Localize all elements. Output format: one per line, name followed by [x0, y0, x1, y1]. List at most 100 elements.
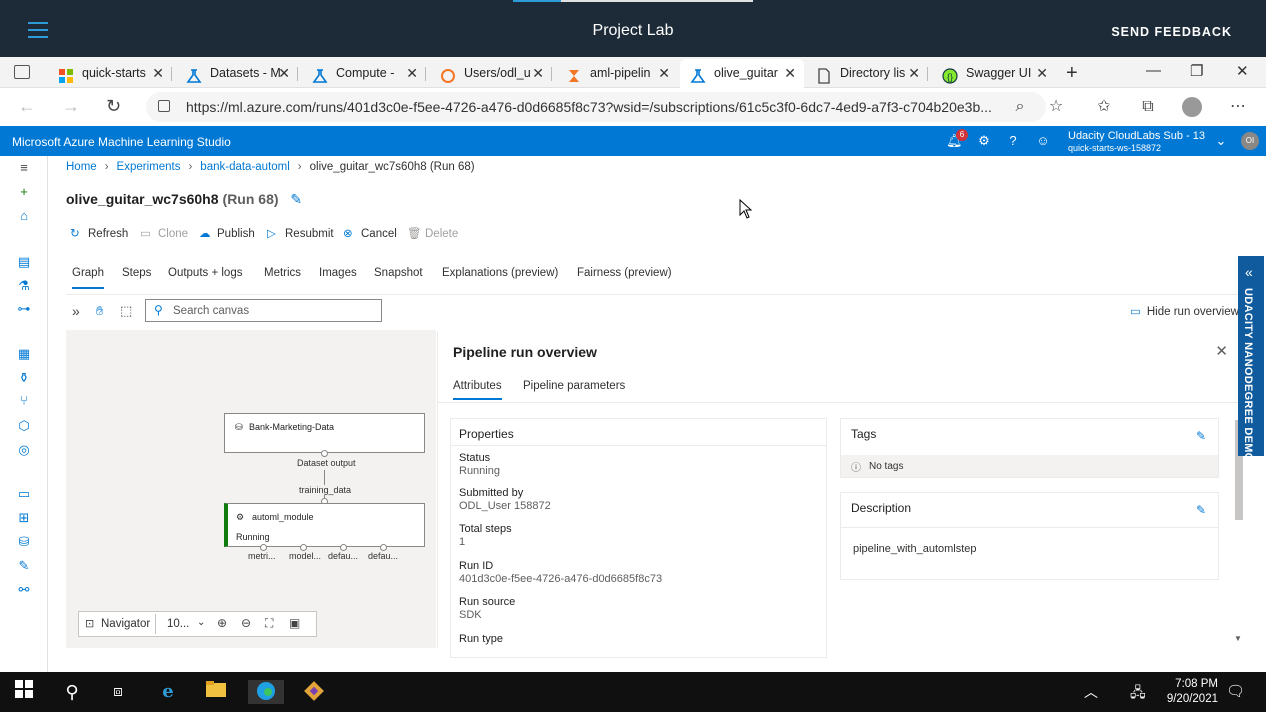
nav-menu-icon[interactable]: ≡: [16, 160, 32, 176]
compute-icon[interactable]: ▭: [16, 486, 32, 502]
zoom-in-icon[interactable]: ⊕: [217, 616, 227, 630]
close-window-icon[interactable]: ✕: [1236, 62, 1249, 80]
tab-actions-icon[interactable]: [14, 65, 30, 79]
back-icon[interactable]: ←: [18, 96, 36, 117]
tab-attributes[interactable]: Attributes: [453, 380, 502, 400]
close-tab-icon[interactable]: ✕: [658, 59, 670, 88]
new-tab-icon[interactable]: +: [1066, 62, 1078, 85]
breadcrumb-experiments[interactable]: Experiments: [117, 161, 181, 173]
select-icon[interactable]: ⬚: [120, 303, 132, 319]
pan-hand-icon[interactable]: ✋︎: [96, 303, 103, 319]
zoom-icon[interactable]: ⌕: [1010, 97, 1030, 117]
more-icon[interactable]: ⋯: [1228, 97, 1248, 117]
tab-outputs-logs[interactable]: Outputs + logs: [168, 267, 242, 279]
browser-tab[interactable]: Directory lis ✕: [806, 59, 928, 88]
workspace-name[interactable]: quick-starts-ws-158872: [1068, 143, 1161, 153]
edit-tags-icon[interactable]: ✎: [1196, 429, 1206, 443]
feedback-smiley-icon[interactable]: ☺: [1035, 133, 1051, 149]
network-icon[interactable]: 🖧︎: [1130, 682, 1146, 706]
publish-button[interactable]: ☁ Publish: [199, 226, 255, 240]
endpoints-icon[interactable]: ◎: [16, 442, 32, 458]
search-icon[interactable]: ⚲: [60, 680, 84, 704]
minimize-icon[interactable]: —: [1146, 62, 1161, 79]
settings-icon[interactable]: ⚙: [976, 133, 992, 149]
git-app-icon[interactable]: [302, 680, 326, 704]
datasets-icon[interactable]: ▦: [16, 346, 32, 362]
studio-brand[interactable]: Microsoft Azure Machine Learning Studio: [12, 135, 231, 149]
designer-icon[interactable]: ⊶: [16, 301, 32, 317]
zoom-out-icon[interactable]: ⊖: [241, 616, 251, 630]
automl-node[interactable]: ⚙ automl_module Running: [224, 503, 425, 547]
create-new-icon[interactable]: +: [16, 184, 32, 200]
datastores-icon[interactable]: ⛁: [16, 534, 32, 550]
chevron-down-icon[interactable]: ⌄: [1213, 133, 1229, 149]
browser-tab[interactable]: quick-starts ✕: [48, 59, 172, 88]
notebooks-icon[interactable]: ▤: [16, 254, 32, 270]
hide-run-overview-button[interactable]: ▭ Hide run overview: [1130, 304, 1239, 318]
browser-tab-active[interactable]: olive_guitar ✕: [680, 59, 804, 88]
avatar[interactable]: OI: [1241, 132, 1259, 150]
breadcrumb-experiment[interactable]: bank-data-automl: [200, 161, 290, 173]
dataset-node[interactable]: ⛁ Bank-Marketing-Data: [224, 413, 425, 453]
navigator-toggle[interactable]: Navigator: [101, 618, 150, 630]
expand-icon[interactable]: »: [72, 303, 80, 319]
browser-tab[interactable]: Datasets - M ✕: [176, 59, 298, 88]
tab-images[interactable]: Images: [319, 267, 357, 279]
close-tab-icon[interactable]: ✕: [152, 59, 164, 88]
delete-button[interactable]: 🗑︎ Delete: [407, 226, 458, 240]
edit-pencil-icon[interactable]: ✎: [290, 191, 302, 207]
tab-steps[interactable]: Steps: [122, 267, 151, 279]
favorites-icon[interactable]: ✩: [1094, 97, 1114, 117]
tab-pipeline-parameters[interactable]: Pipeline parameters: [523, 380, 625, 392]
udacity-side-banner[interactable]: « UDACITY NANODEGREE DEMO: [1238, 256, 1264, 462]
help-icon[interactable]: ?: [1005, 133, 1021, 149]
close-tab-icon[interactable]: ✕: [532, 59, 544, 88]
internet-explorer-icon[interactable]: e: [156, 680, 180, 704]
zoom-level[interactable]: 10...: [167, 618, 189, 630]
tab-fairness[interactable]: Fairness (preview): [577, 267, 672, 279]
system-clock[interactable]: 7:08 PM 9/20/2021: [1167, 677, 1218, 707]
browser-tab[interactable]: Users/odl_u ✕: [430, 59, 552, 88]
close-tab-icon[interactable]: ✕: [908, 59, 920, 88]
refresh-button[interactable]: ↻ Refresh: [70, 226, 128, 240]
automl-icon[interactable]: ⚗: [16, 278, 32, 294]
resubmit-button[interactable]: ▷ Resubmit: [267, 226, 334, 240]
tab-explanations[interactable]: Explanations (preview): [442, 267, 558, 279]
environments-icon[interactable]: ⊞: [16, 510, 32, 526]
windows-start-icon[interactable]: [12, 680, 36, 704]
breadcrumb-home[interactable]: Home: [66, 161, 97, 173]
graph-area[interactable]: [66, 330, 436, 648]
restore-icon[interactable]: ❐: [1190, 62, 1203, 80]
output-port[interactable]: [321, 450, 328, 457]
output-port[interactable]: [260, 544, 267, 551]
home-icon[interactable]: ⌂: [16, 208, 32, 224]
search-canvas-input[interactable]: ⚲ Search canvas: [145, 299, 382, 322]
browser-tab[interactable]: Compute - ✕: [302, 59, 426, 88]
actual-size-icon[interactable]: ▣: [289, 616, 300, 630]
edit-description-icon[interactable]: ✎: [1196, 503, 1206, 517]
reload-icon[interactable]: ↻: [106, 96, 121, 117]
output-port[interactable]: [340, 544, 347, 551]
send-feedback-button[interactable]: SEND FEEDBACK: [1111, 25, 1232, 39]
subscription-name[interactable]: Udacity CloudLabs Sub - 13: [1068, 130, 1205, 142]
data-labeling-icon[interactable]: ✎: [16, 558, 32, 574]
linked-services-icon[interactable]: ⚯: [16, 582, 32, 598]
tab-metrics[interactable]: Metrics: [264, 267, 301, 279]
close-icon[interactable]: ✕: [1215, 342, 1228, 360]
edge-browser-icon[interactable]: [248, 680, 284, 704]
cancel-run-button[interactable]: ⊗ Cancel: [343, 226, 397, 240]
close-tab-icon[interactable]: ✕: [784, 59, 796, 88]
output-port[interactable]: [380, 544, 387, 551]
collapse-icon[interactable]: «: [1245, 264, 1253, 280]
chevron-up-icon[interactable]: ︿: [1084, 682, 1098, 702]
notifications-center-icon[interactable]: 🗨︎: [1226, 682, 1245, 700]
clone-button[interactable]: ▭ Clone: [140, 226, 188, 240]
browser-tab[interactable]: aml-pipelin ✕: [556, 59, 678, 88]
close-tab-icon[interactable]: ✕: [406, 59, 418, 88]
url-field[interactable]: https://ml.azure.com/runs/401d3c0e-f5ee-…: [146, 92, 1046, 122]
profile-icon[interactable]: [1182, 97, 1202, 117]
close-tab-icon[interactable]: ✕: [1036, 59, 1048, 88]
pipelines-icon[interactable]: ⑂: [16, 393, 32, 409]
fit-to-screen-icon[interactable]: ⛶: [265, 616, 273, 631]
file-explorer-icon[interactable]: [204, 680, 228, 704]
